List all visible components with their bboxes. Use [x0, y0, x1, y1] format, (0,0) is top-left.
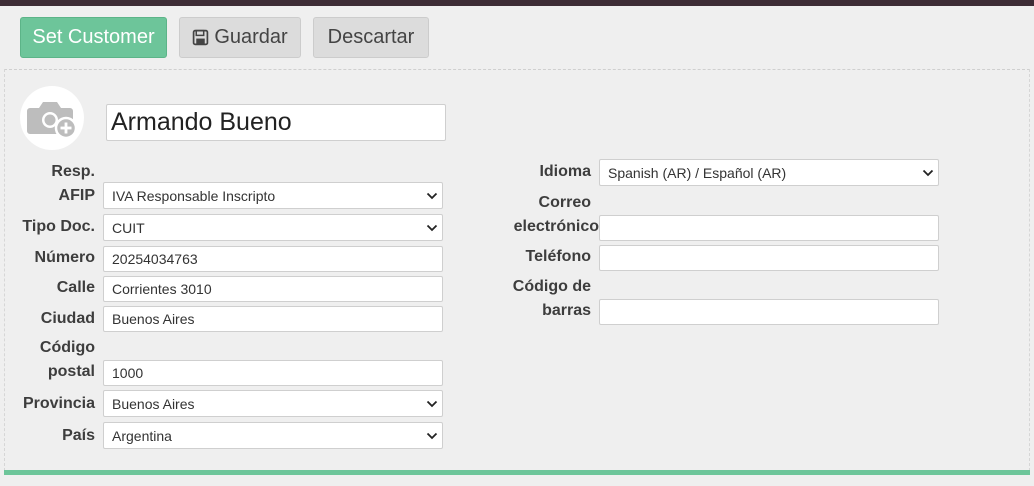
correo-label-line-1: Correo [538, 194, 591, 211]
provincia-select[interactable]: Buenos Aires [103, 390, 443, 417]
codigo-barras-label-line-1: Código de [512, 278, 591, 295]
codigo-barras-label-line-2: barras [542, 302, 591, 319]
idioma-label: Idioma [539, 163, 591, 180]
pais-label: País [62, 427, 95, 444]
correo-label: Correo electrónico [480, 191, 599, 239]
chevron-down-icon [426, 400, 438, 408]
tipo-doc-select[interactable]: CUIT [103, 214, 443, 241]
codigo-postal-label: Código postal [20, 336, 95, 384]
chevron-down-icon [922, 169, 934, 177]
codigo-postal-label-line-1: Código [39, 339, 95, 356]
chevron-down-icon [426, 224, 438, 232]
calle-input[interactable]: Corrientes 3010 [103, 276, 443, 302]
resp-afip-label: Resp. AFIP [20, 160, 95, 208]
numero-label: Número [34, 249, 95, 266]
resp-afip-value: IVA Responsable Inscripto [112, 187, 276, 204]
tipo-doc-label: Tipo Doc. [22, 218, 95, 235]
chevron-down-icon [426, 192, 438, 200]
correo-input[interactable] [599, 215, 939, 241]
discard-button[interactable]: Descartar [313, 17, 429, 58]
ciudad-label: Ciudad [40, 310, 95, 327]
idioma-select[interactable]: Spanish (AR) / Español (AR) [599, 159, 939, 186]
correo-label-line-2: electrónico [513, 218, 599, 235]
chevron-down-icon [426, 432, 438, 440]
provincia-value: Buenos Aires [112, 395, 195, 412]
avatar-upload[interactable] [20, 86, 84, 150]
provincia-label: Provincia [22, 395, 95, 412]
save-button[interactable]: Guardar [179, 17, 301, 58]
pais-value: Argentina [112, 427, 172, 444]
customer-name-input[interactable] [106, 104, 446, 141]
ciudad-input[interactable]: Buenos Aires [103, 306, 443, 332]
camera-plus-icon [27, 102, 78, 140]
telefono-input[interactable] [599, 245, 939, 271]
floppy-disk-icon [193, 29, 209, 46]
codigo-postal-label-line-2: postal [47, 363, 95, 380]
idioma-value: Spanish (AR) / Español (AR) [608, 164, 787, 181]
tipo-doc-value: CUIT [112, 219, 145, 236]
set-customer-button[interactable]: Set Customer [20, 17, 167, 58]
numero-input[interactable]: 20254034763 [103, 246, 443, 272]
resp-afip-label-line-1: Resp. [51, 163, 95, 180]
codigo-barras-input[interactable] [599, 299, 939, 325]
calle-label: Calle [56, 279, 95, 296]
resp-afip-select[interactable]: IVA Responsable Inscripto [103, 182, 443, 209]
codigo-postal-input[interactable]: 1000 [103, 360, 443, 386]
save-button-label: Guardar [214, 26, 288, 48]
sheet-bottom-accent [4, 470, 1030, 475]
control-panel: Set Customer Guardar Descartar [0, 6, 1034, 66]
resp-afip-label-line-2: AFIP [58, 187, 95, 204]
telefono-label: Teléfono [525, 248, 591, 265]
codigo-barras-label: Código de barras [480, 275, 591, 323]
pais-select[interactable]: Argentina [103, 422, 443, 449]
